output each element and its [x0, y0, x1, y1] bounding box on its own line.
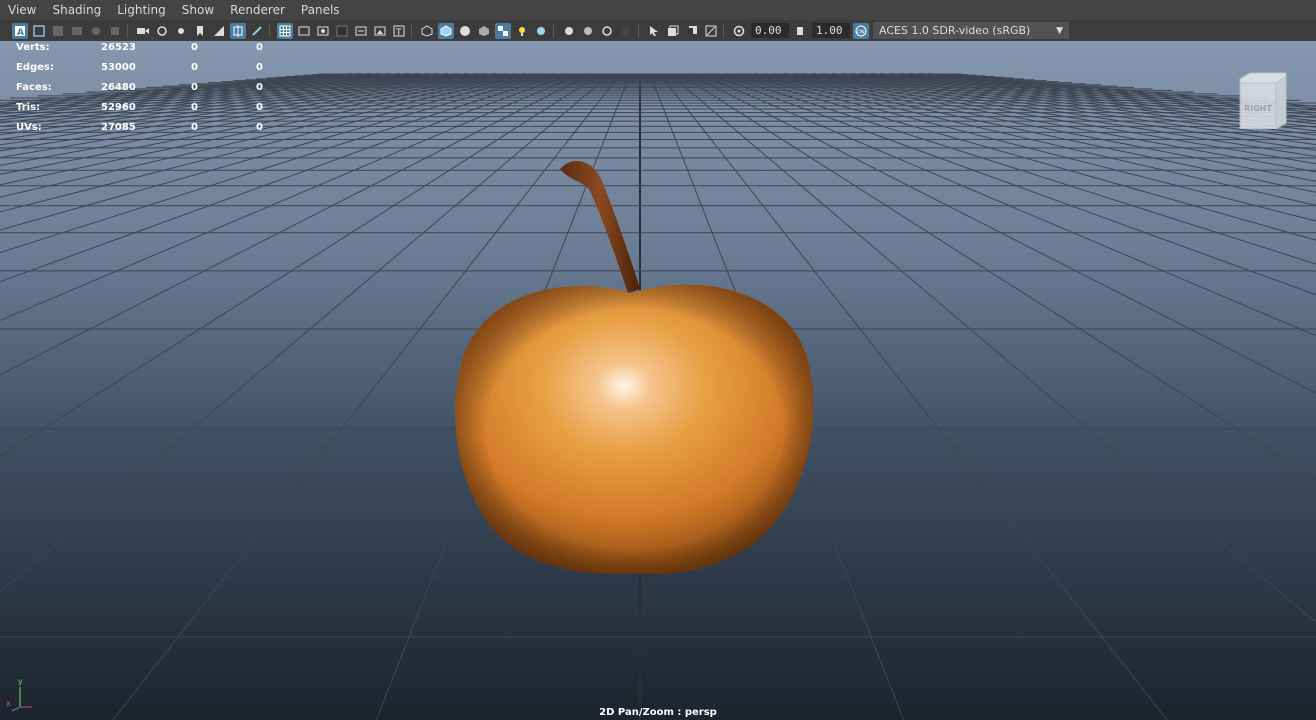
- hud-row-uvs: UVs: 27085 0 0: [16, 122, 276, 142]
- shadows-icon[interactable]: [533, 23, 549, 39]
- hud-value: 0: [256, 62, 263, 73]
- lights-icon[interactable]: [514, 23, 530, 39]
- wireframe-icon[interactable]: [419, 23, 435, 39]
- depth-of-field-icon[interactable]: [618, 23, 634, 39]
- apple-shadow: [455, 284, 814, 574]
- hud-value: 27085: [101, 122, 136, 133]
- ambient-occlusion-icon[interactable]: [561, 23, 577, 39]
- xray-active-icon[interactable]: [684, 23, 700, 39]
- gate-overlay-icon[interactable]: [334, 23, 350, 39]
- camera-attributes-icon[interactable]: [31, 23, 47, 39]
- hud-label: UVs:: [16, 122, 42, 133]
- hud-value: 26523: [101, 42, 136, 53]
- hud-value: 26480: [101, 82, 136, 93]
- text-overlay-icon[interactable]: T: [391, 23, 407, 39]
- hud-value: 0: [191, 102, 198, 113]
- hud-value: 0: [191, 62, 198, 73]
- menu-shading[interactable]: Shading: [44, 0, 109, 20]
- hud-label: Edges:: [16, 62, 54, 73]
- film-gate-overlay-icon[interactable]: [296, 23, 312, 39]
- menu-renderer[interactable]: Renderer: [222, 0, 293, 20]
- poly-count-hud: Verts: 26523 0 0 Edges: 53000 0 0 Faces:…: [16, 41, 276, 141]
- safe-title-icon[interactable]: [353, 23, 369, 39]
- toolbar-divider: [553, 23, 554, 38]
- apple-stem[interactable]: [560, 160, 640, 293]
- gamma-field[interactable]: 1.00: [812, 23, 850, 38]
- chevron-down-icon: ▼: [1056, 25, 1063, 36]
- viewport-camera-caption: 2D Pan/Zoom : persp: [599, 707, 717, 718]
- toolbar-divider: [638, 23, 639, 38]
- bookmarks-icon[interactable]: [50, 23, 66, 39]
- grid-icon[interactable]: [277, 22, 293, 39]
- gamma-icon[interactable]: [792, 23, 808, 39]
- menu-view[interactable]: View: [0, 0, 44, 20]
- viewport-menu-bar: View Shading Lighting Show Renderer Pane…: [0, 0, 1316, 20]
- film-gate-icon[interactable]: [154, 23, 170, 39]
- xray-joints-icon[interactable]: [703, 23, 719, 39]
- 2d-pan-zoom-icon[interactable]: [88, 23, 104, 39]
- toolbar-divider: [411, 23, 412, 38]
- hud-label: Verts:: [16, 42, 50, 53]
- color-management-icon[interactable]: ON: [853, 22, 869, 39]
- grease-pencil-icon[interactable]: [107, 23, 123, 39]
- image-overlay-icon[interactable]: [372, 23, 388, 39]
- view-cube-face-label[interactable]: RIGHT: [1244, 104, 1272, 113]
- checker-texture-icon[interactable]: [495, 22, 511, 39]
- toolbar-divider: [127, 23, 128, 38]
- hud-value: 0: [191, 122, 198, 133]
- hud-value: 0: [256, 82, 263, 93]
- apple-model[interactable]: [0, 41, 1316, 720]
- image-plane-icon[interactable]: [69, 23, 85, 39]
- menu-show[interactable]: Show: [174, 0, 222, 20]
- motion-blur-icon[interactable]: [580, 23, 596, 39]
- hud-label: Tris:: [16, 102, 41, 113]
- svg-text:T: T: [395, 28, 402, 37]
- hud-row-edges: Edges: 53000 0 0: [16, 62, 276, 82]
- resolution-overlay-icon[interactable]: [315, 23, 331, 39]
- anti-aliasing-icon[interactable]: [599, 23, 615, 39]
- textured-icon[interactable]: [476, 23, 492, 39]
- color-space-dropdown[interactable]: ACES 1.0 SDR-video (sRGB) ▼: [873, 22, 1069, 39]
- select-camera-icon[interactable]: A: [12, 22, 28, 39]
- hud-value: 0: [191, 42, 198, 53]
- toolbar-divider: [723, 23, 724, 38]
- safe-action-icon[interactable]: [249, 23, 265, 39]
- hud-row-tris: Tris: 52960 0 0: [16, 102, 276, 122]
- hud-value: 0: [256, 102, 263, 113]
- bookmark-icon[interactable]: [192, 23, 208, 39]
- hud-value: 0: [191, 82, 198, 93]
- xray-icon[interactable]: [665, 23, 681, 39]
- gate-mask-icon[interactable]: [211, 23, 227, 39]
- 3d-viewport[interactable]: Verts: 26523 0 0 Edges: 53000 0 0 Faces:…: [0, 41, 1316, 720]
- svg-text:A: A: [17, 28, 24, 37]
- toolbar-divider: [269, 23, 270, 38]
- smooth-shade-icon[interactable]: [438, 22, 454, 39]
- hud-row-faces: Faces: 26480 0 0: [16, 82, 276, 102]
- field-chart-icon[interactable]: [230, 22, 246, 39]
- hud-label: Faces:: [16, 82, 52, 93]
- hud-value: 0: [256, 122, 263, 133]
- camera-icon[interactable]: [135, 23, 151, 39]
- y-axis-label: y: [18, 677, 23, 686]
- view-cube[interactable]: RIGHT: [1238, 71, 1288, 129]
- wireframe-on-shaded-icon[interactable]: [457, 23, 473, 39]
- exposure-icon[interactable]: [731, 23, 747, 39]
- menu-panels[interactable]: Panels: [293, 0, 348, 20]
- hud-value: 0: [256, 42, 263, 53]
- hud-value: 53000: [101, 62, 136, 73]
- hud-value: 52960: [101, 102, 136, 113]
- color-space-value: ACES 1.0 SDR-video (sRGB): [879, 24, 1031, 37]
- viewport-toolbar: A T 0.00 1.00 ON ACES 1.0 SDR-video (sRG…: [0, 20, 1316, 42]
- exposure-field[interactable]: 0.00: [751, 23, 789, 38]
- hud-row-verts: Verts: 26523 0 0: [16, 42, 276, 62]
- resolution-gate-icon[interactable]: [173, 23, 189, 39]
- isolate-select-icon[interactable]: [646, 23, 662, 39]
- menu-lighting[interactable]: Lighting: [109, 0, 174, 20]
- svg-text:ON: ON: [857, 29, 865, 35]
